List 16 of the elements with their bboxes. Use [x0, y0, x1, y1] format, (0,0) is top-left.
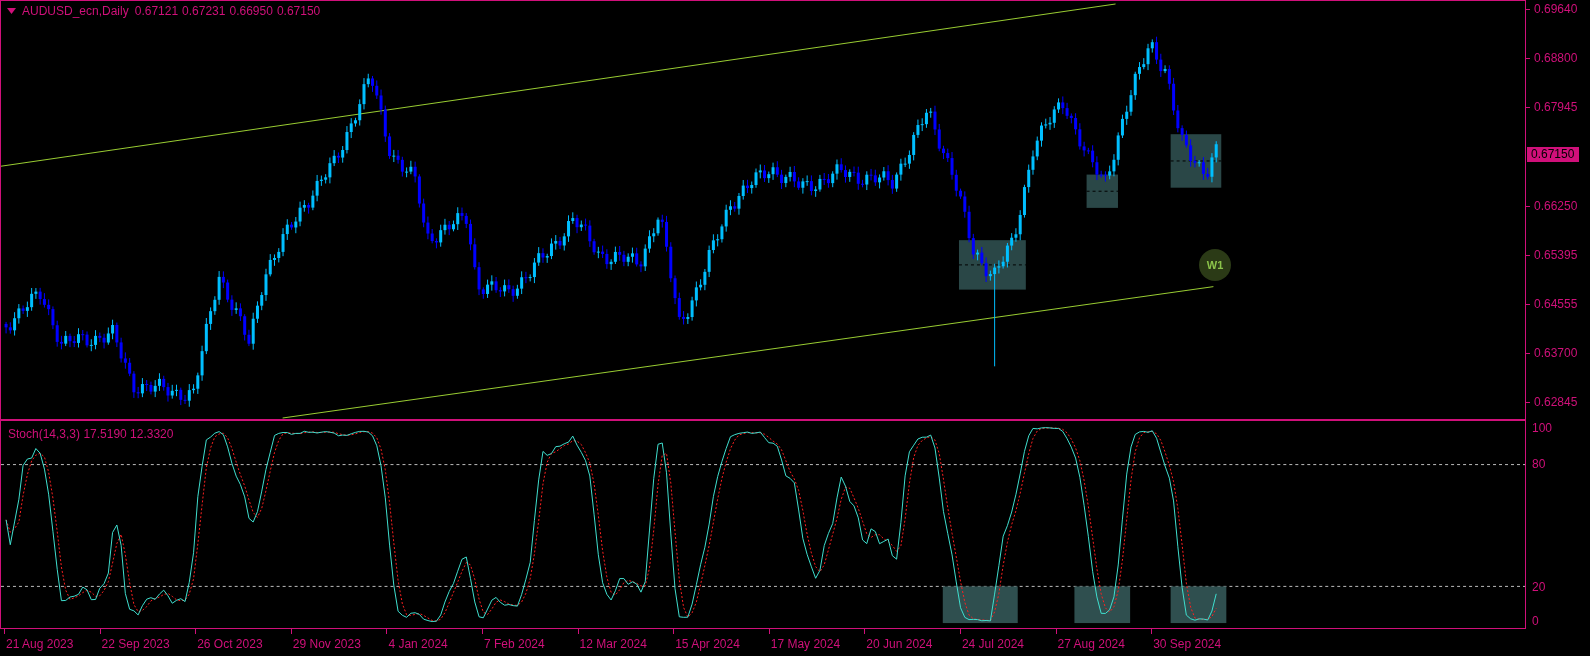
- level-label: 100: [1532, 421, 1553, 435]
- price-value: 0.67121: [134, 4, 179, 18]
- indicator-title: Stoch(14,3,3) 17.5190 12.3320: [8, 427, 174, 441]
- level-label: 20: [1532, 580, 1546, 594]
- zone-rectangle: [1086, 174, 1119, 208]
- zone-rectangle: [1170, 586, 1227, 624]
- zone-rectangle: [1074, 586, 1131, 624]
- current-price-label: 0.67150: [1527, 147, 1580, 162]
- level-label: 80: [1532, 457, 1546, 471]
- price-value: 0.67231: [182, 4, 226, 18]
- dropdown-triangle-icon[interactable]: [7, 8, 16, 14]
- timeframe-badge: W1: [1199, 249, 1231, 281]
- price-value: 0.67150: [276, 4, 321, 18]
- symbol-label: AUDUSD_ecn,Daily: [22, 4, 129, 18]
- price-value: 0.66950: [229, 4, 273, 18]
- level-label: 0: [1532, 614, 1539, 628]
